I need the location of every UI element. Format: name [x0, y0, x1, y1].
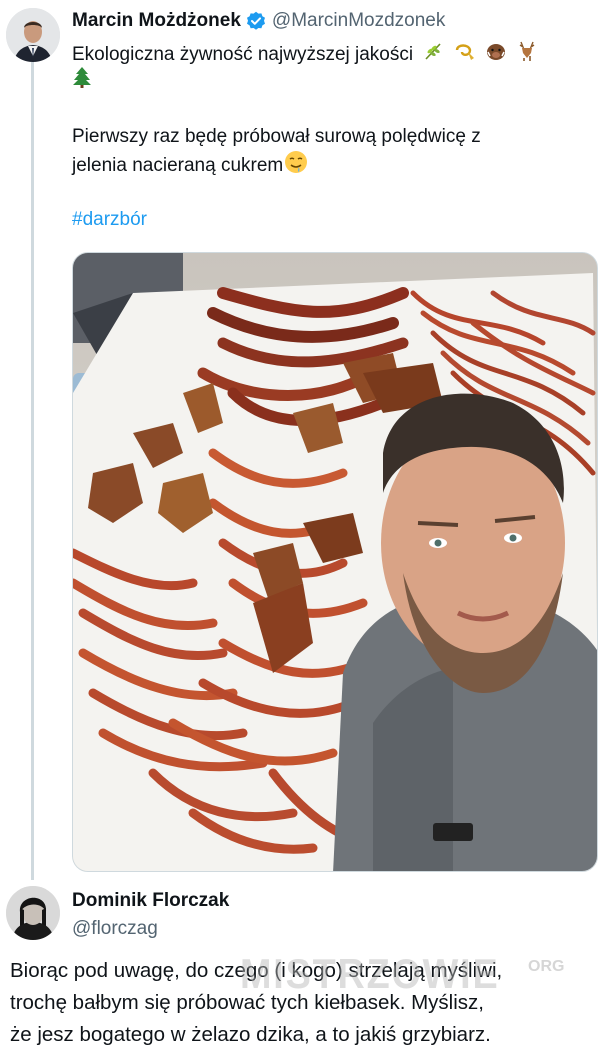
author-handle[interactable]: @MarcinMozdzonek: [272, 10, 445, 32]
author-avatar[interactable]: [6, 8, 60, 62]
deer-icon: [516, 40, 538, 70]
hunting-horn-icon: [454, 40, 476, 70]
tweet-text-line: jelenia nacieraną cukrem: [72, 150, 308, 182]
verified-badge-icon: [246, 11, 266, 31]
reply-author-handle[interactable]: @florczag: [72, 916, 158, 942]
watermark: MISTRZOWIE: [240, 950, 500, 997]
tweet-text-line: Ekologiczna żywność najwyższej jakości: [72, 40, 538, 70]
tweet-text-line: [72, 66, 92, 96]
hashtag-link[interactable]: #darzbór: [72, 207, 147, 233]
tree-icon: [72, 66, 92, 96]
reply-text: że jesz bogatego w żelazo dzika, a to ja…: [10, 1023, 491, 1046]
herb-icon: [422, 40, 444, 70]
reply-author-avatar[interactable]: [6, 886, 60, 940]
reply-author-name[interactable]: Dominik Florczak: [72, 888, 229, 914]
tweet-header: Marcin Możdżonek @MarcinMozdzonek: [72, 8, 445, 34]
tweet-text: Ekologiczna żywność najwyższej jakości: [72, 44, 414, 66]
tweet-photo[interactable]: [72, 252, 598, 872]
tweet-text: jelenia nacieraną cukrem: [72, 155, 284, 177]
watermark-suffix: ORG: [528, 958, 565, 975]
boar-icon: [485, 40, 507, 70]
drooling-face-icon: [284, 150, 308, 182]
tweet: Marcin Możdżonek @MarcinMozdzonek Ekolog…: [0, 0, 600, 880]
tweet-text: Pierwszy raz będę próbował surową polędw…: [72, 126, 481, 147]
author-name[interactable]: Marcin Możdżonek: [72, 10, 241, 32]
